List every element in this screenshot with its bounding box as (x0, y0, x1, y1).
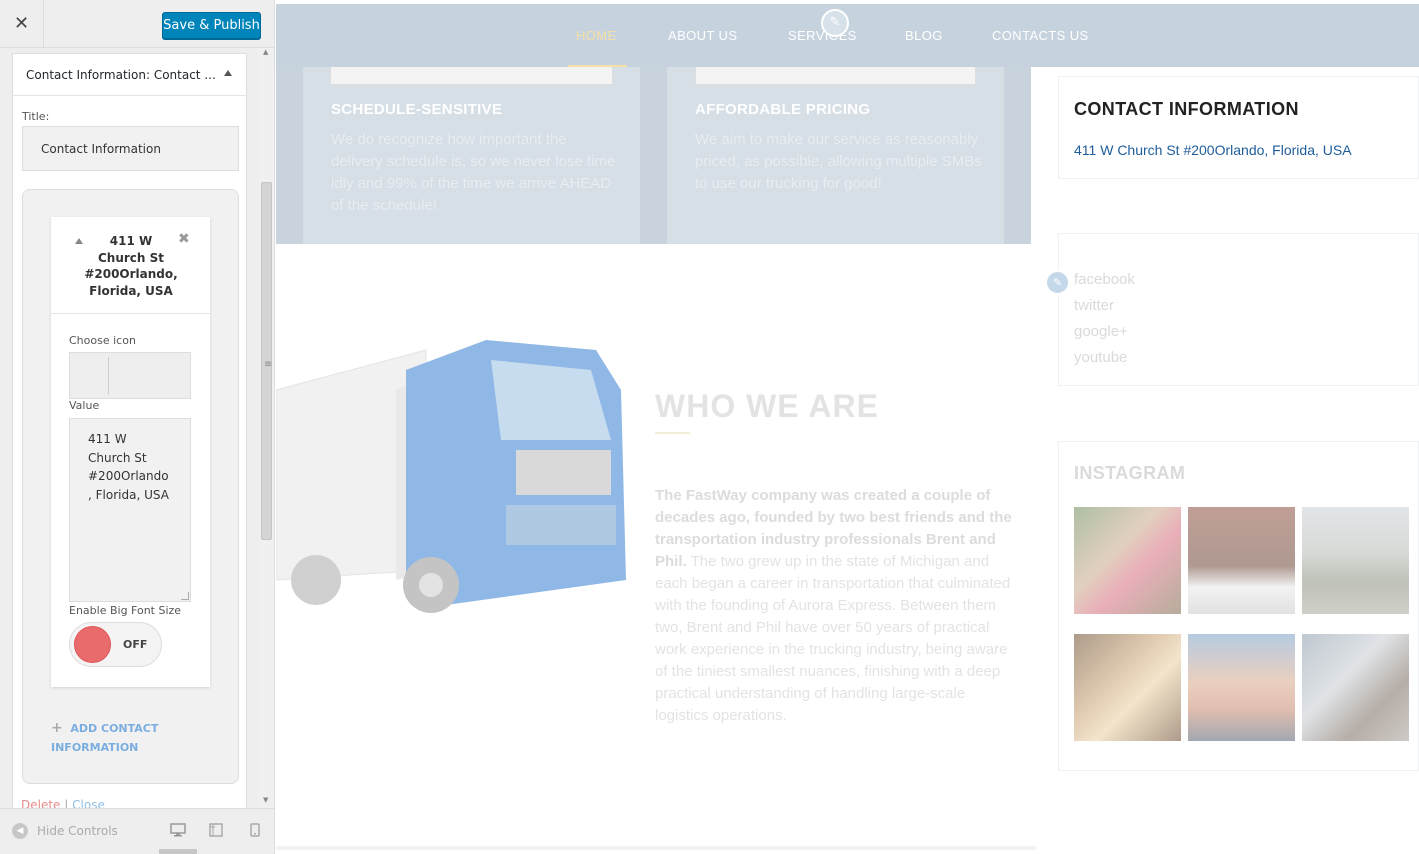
social-link-twitter[interactable]: twitter (1074, 297, 1114, 314)
add-contact-label: ADD CONTACT INFORMATION (51, 722, 159, 754)
hide-controls-button[interactable]: Hide Controls (37, 824, 118, 838)
main-navigation: HOME ABOUT US SERVICES BLOG CONTACTS US … (276, 4, 1419, 67)
title-label: Title: (22, 110, 50, 123)
toggle-knob[interactable] (74, 626, 111, 663)
desktop-preview-icon[interactable] (170, 823, 186, 837)
feature-text: We do recognize how important the delive… (331, 131, 616, 214)
scroll-grip-icon: ≡ (264, 359, 273, 370)
instagram-photo[interactable] (1074, 507, 1181, 614)
section-divider (276, 846, 1036, 850)
feature-title: SCHEDULE-SENSITIVE (331, 101, 503, 118)
instagram-photo[interactable] (1302, 634, 1409, 741)
add-contact-button[interactable]: + ADD CONTACT INFORMATION (51, 719, 191, 757)
resize-grip-icon[interactable] (181, 592, 189, 600)
social-link-facebook[interactable]: facebook (1074, 271, 1135, 288)
feature-title: AFFORDABLE PRICING (695, 101, 871, 118)
contact-item-header[interactable]: 411 W Church St #200Orlando, Florida, US… (51, 217, 210, 314)
instagram-photo[interactable] (1302, 507, 1409, 614)
collapse-caret-icon[interactable] (224, 70, 232, 76)
contact-item-title: 411 W Church St #200Orlando, Florida, US… (84, 234, 178, 298)
customizer-panel: ✕ Save & Publish Contact Information: Co… (0, 0, 275, 854)
tablet-preview-icon[interactable] (208, 823, 224, 837)
hide-controls-icon[interactable]: ◀ (12, 823, 28, 839)
who-we-are-title: WHO WE ARE (655, 388, 879, 424)
contact-items-container: 411 W Church St #200Orlando, Florida, US… (22, 189, 239, 784)
feature-image (330, 67, 613, 85)
nav-home[interactable]: HOME (576, 28, 617, 43)
customizer-header: ✕ Save & Publish (0, 0, 274, 48)
contact-widget-address[interactable]: 411 W Church St #200Orlando, Florida, US… (1074, 142, 1352, 158)
remove-item-icon[interactable]: ✖ (178, 231, 190, 247)
feature-text: We aim to make our service as reasonably… (695, 131, 982, 192)
panel-scrollbar[interactable]: ▲ ≡ ▼ (259, 48, 274, 808)
who-we-are-text: The FastWay company was created a couple… (655, 485, 1019, 727)
active-device-indicator (159, 849, 197, 854)
nav-contacts-us[interactable]: CONTACTS US (992, 28, 1089, 43)
feature-image (695, 67, 976, 85)
social-link-googleplus[interactable]: google+ (1074, 323, 1128, 340)
instagram-photo[interactable] (1188, 507, 1295, 614)
customizer-footer: ◀ Hide Controls (0, 808, 274, 854)
item-collapse-caret-icon[interactable] (75, 238, 83, 244)
instagram-title: INSTAGRAM (1074, 463, 1186, 483)
customizer-scroll-area: Contact Information: Contact ... Title: … (0, 48, 258, 808)
value-label: Value (69, 399, 100, 412)
widget-section-title: Contact Information: Contact ... (26, 68, 216, 82)
instagram-photo[interactable] (1188, 634, 1295, 741)
icon-picker-divider (108, 357, 109, 394)
widget-section-header[interactable]: Contact Information: Contact ... (12, 53, 247, 96)
scrollbar-thumb[interactable]: ≡ (261, 182, 272, 540)
who-body-text: The two grew up in the state of Michigan… (655, 553, 1011, 724)
features-section: SCHEDULE-SENSITIVE We do recognize how i… (276, 67, 1031, 244)
contact-item-card: 411 W Church St #200Orlando, Florida, US… (51, 217, 210, 687)
instagram-widget: INSTAGRAM (1058, 441, 1419, 771)
widget-form: Title: Contact Information 411 W Church … (12, 96, 247, 808)
value-textarea[interactable]: 411 W Church St #200Orlando, Florida, US… (69, 418, 191, 602)
social-link-youtube[interactable]: youtube (1074, 349, 1127, 366)
site-preview: HOME ABOUT US SERVICES BLOG CONTACTS US … (276, 0, 1419, 854)
nav-blog[interactable]: BLOG (905, 28, 943, 43)
close-customizer-button[interactable]: ✕ (0, 0, 44, 48)
save-publish-button[interactable]: Save & Publish (162, 12, 261, 39)
icon-picker[interactable] (69, 352, 191, 399)
contact-info-widget: CONTACT INFORMATION 411 W Church St #200… (1058, 76, 1419, 179)
toggle-state-label: OFF (123, 638, 148, 651)
title-underline (655, 432, 690, 434)
truck-image (276, 340, 626, 613)
scroll-up-arrow-icon[interactable]: ▲ (263, 48, 268, 56)
big-font-label: Enable Big Font Size (69, 604, 182, 617)
social-widget: facebook twitter google+ youtube (1058, 233, 1419, 386)
nav-about-us[interactable]: ABOUT US (668, 28, 737, 43)
plus-icon: + (51, 720, 63, 736)
instagram-photo[interactable] (1074, 634, 1181, 741)
edit-widget-pencil-icon[interactable]: ✎ (1045, 270, 1070, 295)
mobile-preview-icon[interactable] (247, 823, 263, 837)
choose-icon-label: Choose icon (69, 334, 136, 347)
big-font-toggle[interactable]: OFF (69, 622, 162, 667)
value-text: 411 W Church St #200Orlando, Florida, US… (88, 432, 169, 502)
contact-widget-title: CONTACT INFORMATION (1074, 99, 1299, 119)
scroll-down-arrow-icon[interactable]: ▼ (263, 796, 268, 804)
edit-menu-pencil-icon[interactable]: ✎ (821, 9, 849, 37)
title-input[interactable]: Contact Information (22, 126, 239, 171)
